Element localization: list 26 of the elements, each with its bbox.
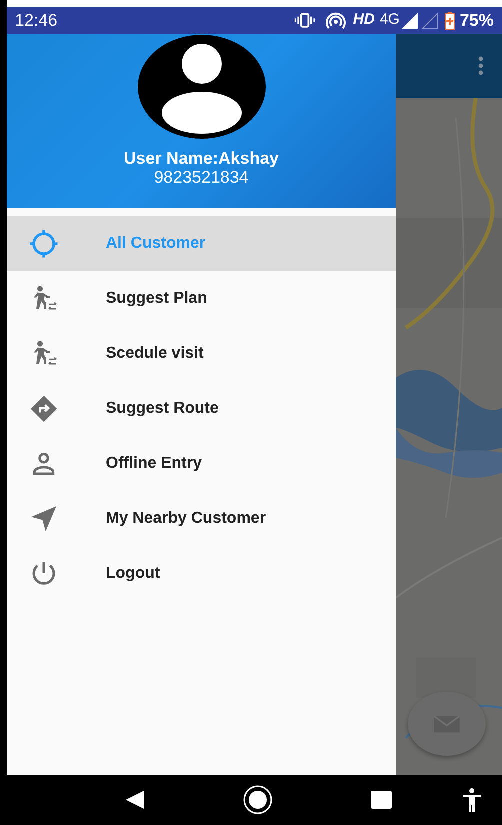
user-name: User Name:Akshay: [124, 150, 279, 169]
accessibility-icon: [462, 788, 482, 812]
navigation-arrow-icon: [29, 504, 59, 534]
menu-item[interactable]: My Nearby Customer: [7, 491, 396, 546]
hotspot-icon: [326, 12, 346, 30]
phone-number: 9823521834: [154, 168, 249, 188]
signal-icon: [402, 12, 418, 28]
menu-item[interactable]: Suggest Plan: [7, 271, 396, 326]
network-label: 4G: [380, 10, 400, 30]
hd-label: HD: [353, 10, 375, 30]
clock-time: 12:46: [15, 10, 58, 32]
avatar-icon: [136, 34, 266, 140]
back-icon: [126, 791, 144, 809]
recents-icon: [370, 791, 392, 809]
home-icon: [243, 785, 274, 815]
signal-icon: [422, 12, 438, 28]
menu-item[interactable]: Offline Entry: [7, 436, 396, 491]
battery-icon: [444, 12, 455, 30]
battery-level: 75%: [460, 10, 494, 32]
menu-item[interactable]: Suggest Route: [7, 381, 396, 436]
vibrate-icon: [294, 13, 316, 28]
more-options-icon: [478, 56, 484, 76]
crosshair-icon: [29, 228, 59, 258]
directions-icon: [29, 394, 59, 424]
menu-item[interactable]: Scedule visit: [7, 326, 396, 381]
menu-item[interactable]: Logout: [7, 546, 396, 601]
